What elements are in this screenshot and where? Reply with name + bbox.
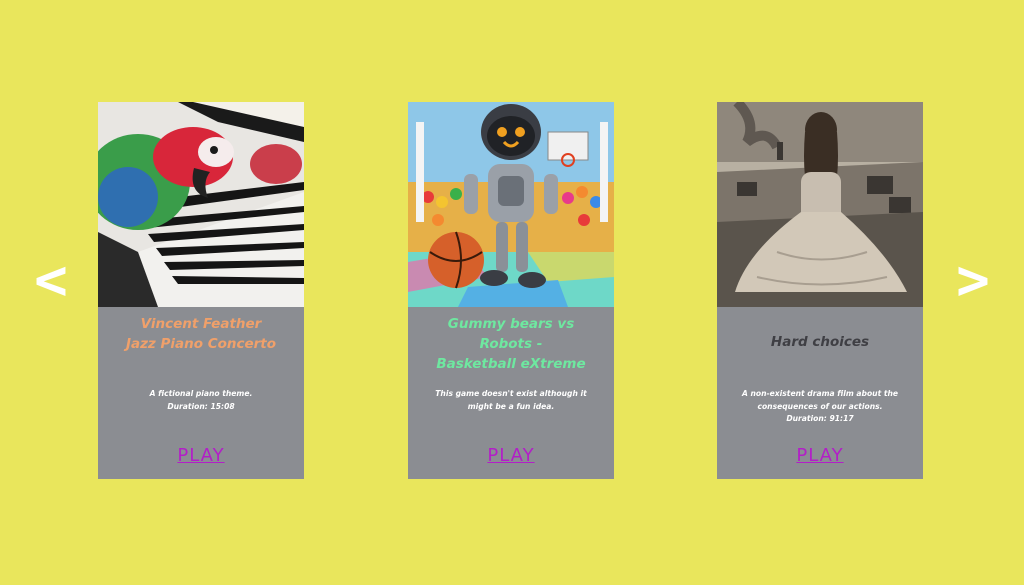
- card-description: A fictional piano theme. Duration: 15:08: [149, 389, 253, 411]
- previous-arrow-button[interactable]: <: [26, 246, 76, 316]
- card-title: Vincent Feather Jazz Piano Concerto: [125, 316, 277, 352]
- play-button[interactable]: PLAY: [98, 445, 304, 467]
- media-card: Vincent Feather Jazz Piano Concerto A fi…: [98, 102, 304, 479]
- card-title: Gummy bears vs Robots - Basketball eXtre…: [436, 316, 586, 372]
- woman-landscape-image[interactable]: [717, 102, 923, 307]
- carousel-page: < > Vincent Feather Jazz Piano Concerto …: [0, 0, 1024, 585]
- robot-basketball-image[interactable]: [408, 102, 614, 307]
- media-card: Gummy bears vs Robots - Basketball eXtre…: [408, 102, 614, 479]
- card-title: Hard choices: [770, 334, 870, 350]
- media-card: Hard choices A non-existent drama film a…: [717, 102, 923, 479]
- play-button[interactable]: PLAY: [408, 445, 614, 467]
- next-arrow-button[interactable]: >: [948, 246, 998, 316]
- play-button[interactable]: PLAY: [717, 445, 923, 467]
- parrot-piano-image[interactable]: [98, 102, 304, 307]
- card-description: This game doesn't exist although it migh…: [435, 389, 587, 411]
- card-description: A non-existent drama film about the cons…: [741, 389, 899, 423]
